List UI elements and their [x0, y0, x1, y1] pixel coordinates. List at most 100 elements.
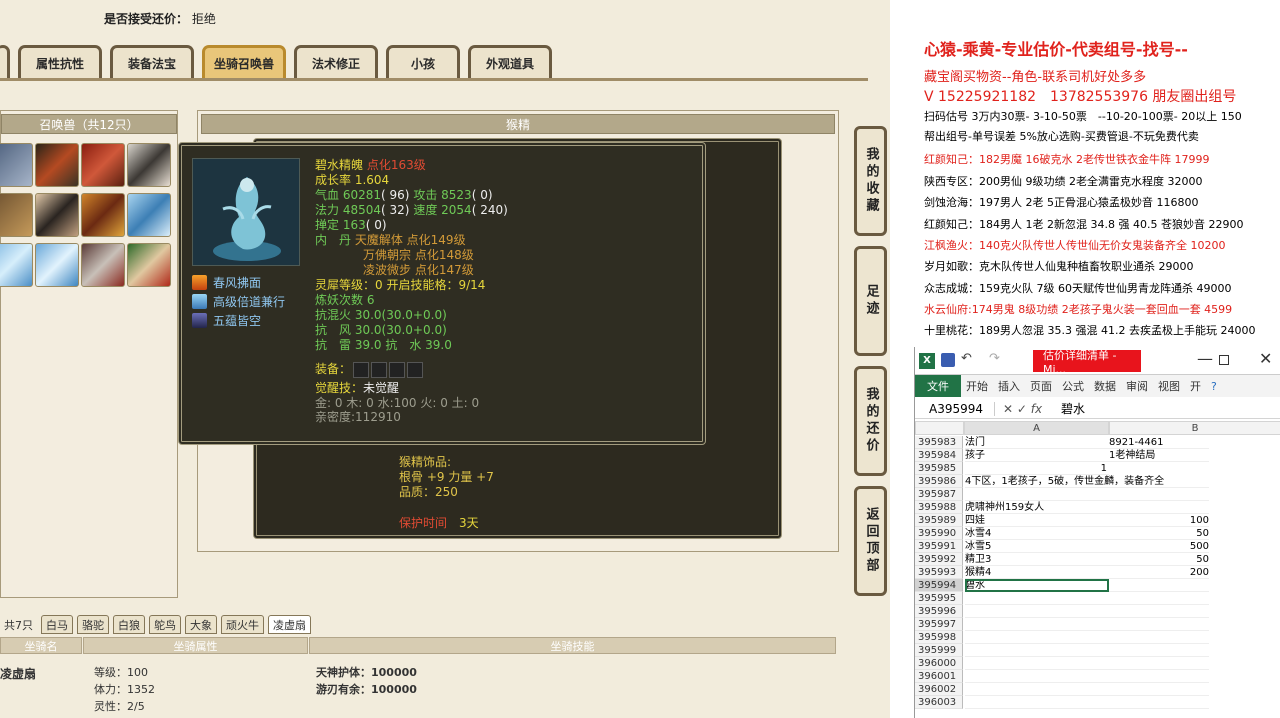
cell-b[interactable]: 8921-4461	[1109, 436, 1209, 449]
pet-thumb[interactable]	[81, 243, 125, 287]
corner-cell[interactable]	[915, 421, 964, 435]
row-number[interactable]: 395988	[915, 501, 963, 514]
cell-a[interactable]: 虎啸神州159女人	[965, 501, 1109, 514]
help-icon[interactable]: ?	[1206, 380, 1222, 393]
equip-slot-icon[interactable]	[371, 361, 388, 378]
cell-a[interactable]: 冰雪4	[965, 527, 1109, 540]
pet-thumb[interactable]	[127, 193, 171, 237]
cell-b[interactable]: 50	[1109, 553, 1209, 566]
row-number[interactable]: 395996	[915, 605, 963, 618]
mount-tab[interactable]: 白马	[41, 615, 73, 634]
cell-b[interactable]	[1109, 683, 1209, 696]
row-number[interactable]: 395983	[915, 436, 963, 449]
mount-tab[interactable]: 大象	[185, 615, 217, 634]
cell-b[interactable]	[1109, 644, 1209, 657]
cell-a[interactable]: 法门	[965, 436, 1109, 449]
cell-b[interactable]	[1109, 631, 1209, 644]
column-header-b[interactable]: B	[1109, 421, 1280, 435]
ribbon-tab[interactable]: 视图	[1153, 378, 1185, 394]
row-number[interactable]: 395991	[915, 540, 963, 553]
close-icon[interactable]: ✕	[1259, 349, 1272, 368]
formula-input[interactable]: 碧水	[1055, 400, 1085, 417]
tab-partial[interactable]	[0, 45, 10, 78]
ribbon-tab[interactable]: 开始	[961, 378, 993, 394]
cell-a[interactable]	[965, 644, 1109, 657]
cell-a[interactable]	[965, 618, 1109, 631]
row-number[interactable]: 396003	[915, 696, 963, 709]
cell-b[interactable]: 1老神结局	[1109, 449, 1209, 462]
row-number[interactable]: 395986	[915, 475, 963, 488]
tab-attributes[interactable]: 属性抗性	[18, 45, 102, 78]
cell-b[interactable]	[1109, 501, 1209, 514]
cell-b[interactable]	[1109, 605, 1209, 618]
column-header-a[interactable]: A	[964, 421, 1109, 435]
tab-appearance[interactable]: 外观道具	[468, 45, 552, 78]
mount-tab[interactable]: 鸵鸟	[149, 615, 181, 634]
cell-b[interactable]	[1109, 592, 1209, 605]
undo-icon[interactable]: ↶	[961, 351, 972, 366]
cell-b[interactable]: 100	[1109, 514, 1209, 527]
cell-a[interactable]	[965, 657, 1109, 670]
cell-a[interactable]	[965, 683, 1109, 696]
ribbon-tab[interactable]: 页面	[1025, 378, 1057, 394]
ribbon-tab[interactable]: 数据	[1089, 378, 1121, 394]
cell-b[interactable]	[1109, 696, 1209, 709]
ribbon-tab[interactable]: 插入	[993, 378, 1025, 394]
file-tab[interactable]: 文件	[915, 375, 961, 397]
back-to-top-tab[interactable]: 返回顶部	[854, 486, 887, 596]
cell-a[interactable]	[965, 670, 1109, 683]
my-favorites-tab[interactable]: 我的收藏	[854, 126, 887, 236]
cell-b[interactable]: 200	[1109, 566, 1209, 579]
row-number[interactable]: 395992	[915, 553, 963, 566]
cell-a[interactable]	[965, 696, 1109, 709]
row-number[interactable]: 395987	[915, 488, 963, 501]
row-number[interactable]: 396002	[915, 683, 963, 696]
tab-children[interactable]: 小孩	[386, 45, 460, 78]
cell-a[interactable]	[965, 605, 1109, 618]
row-number[interactable]: 395989	[915, 514, 963, 527]
cell-b[interactable]	[1109, 488, 1209, 501]
history-tab[interactable]: 足迹	[854, 246, 887, 356]
cell-a[interactable]: 冰雪5	[965, 540, 1109, 553]
row-number[interactable]: 395990	[915, 527, 963, 540]
row-number[interactable]: 396000	[915, 657, 963, 670]
pet-thumb[interactable]	[127, 243, 171, 287]
cell-b[interactable]	[1109, 475, 1209, 488]
cell-a[interactable]	[965, 488, 1109, 501]
mount-tab[interactable]: 白狼	[113, 615, 145, 634]
minimize-icon[interactable]: —	[1197, 349, 1213, 368]
ribbon-tab[interactable]: 公式	[1057, 378, 1089, 394]
row-number[interactable]: 395985	[915, 462, 963, 475]
cell-b[interactable]: 1	[1007, 462, 1107, 475]
cell-a[interactable]	[965, 592, 1109, 605]
row-number[interactable]: 395994	[915, 579, 963, 592]
cell-b[interactable]	[1109, 579, 1209, 592]
pet-thumb[interactable]	[0, 193, 33, 237]
equip-slot-icon[interactable]	[353, 361, 370, 378]
cell-b[interactable]: 50	[1109, 527, 1209, 540]
redo-icon[interactable]: ↷	[989, 351, 1000, 366]
row-number[interactable]: 395997	[915, 618, 963, 631]
row-number[interactable]: 395993	[915, 566, 963, 579]
cell-b[interactable]	[1109, 657, 1209, 670]
cell-b[interactable]	[1109, 670, 1209, 683]
pet-thumb[interactable]	[35, 193, 79, 237]
pet-thumb[interactable]	[0, 243, 33, 287]
mount-tab[interactable]: 凌虚扇	[268, 615, 311, 634]
row-number[interactable]: 395995	[915, 592, 963, 605]
cell-a[interactable]: 孩子	[965, 449, 1109, 462]
cell-a[interactable]: 猴精4	[965, 566, 1109, 579]
equip-slot-icon[interactable]	[407, 361, 424, 378]
pet-thumb[interactable]	[35, 243, 79, 287]
row-number[interactable]: 395998	[915, 631, 963, 644]
cell-a[interactable]: 四娃	[965, 514, 1109, 527]
cell-b[interactable]	[1109, 618, 1209, 631]
row-number[interactable]: 396001	[915, 670, 963, 683]
cell-a[interactable]: 精卫3	[965, 553, 1109, 566]
pet-thumb[interactable]	[0, 143, 33, 187]
pet-thumb[interactable]	[35, 143, 79, 187]
cell-a[interactable]: 4下区，1老孩子，5破，传世金麟，装备齐全	[965, 475, 1164, 488]
tab-spell-mod[interactable]: 法术修正	[294, 45, 378, 78]
cell-b[interactable]: 500	[1109, 540, 1209, 553]
maximize-icon[interactable]	[1219, 355, 1229, 365]
